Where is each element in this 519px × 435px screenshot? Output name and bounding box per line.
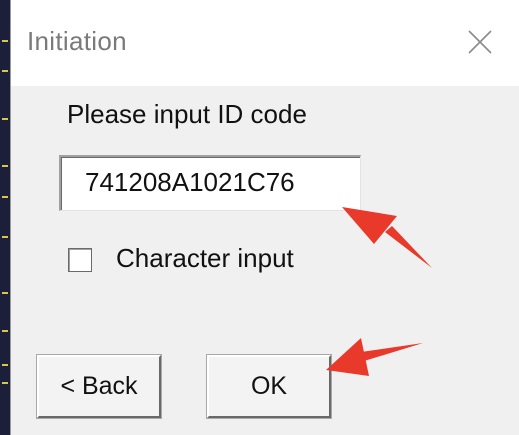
close-icon[interactable] xyxy=(465,27,495,57)
id-code-prompt: Please input ID code xyxy=(67,99,307,129)
character-input-label[interactable]: Character input xyxy=(116,243,294,274)
initiation-dialog: Initiation Please input ID code Characte… xyxy=(10,0,519,435)
id-code-field[interactable] xyxy=(59,155,361,211)
character-input-checkbox[interactable] xyxy=(68,248,92,272)
dialog-titlebar: Initiation xyxy=(11,0,519,86)
ok-button[interactable]: OK xyxy=(206,354,332,419)
dialog-title: Initiation xyxy=(27,26,127,56)
back-button[interactable]: < Back xyxy=(36,354,162,419)
